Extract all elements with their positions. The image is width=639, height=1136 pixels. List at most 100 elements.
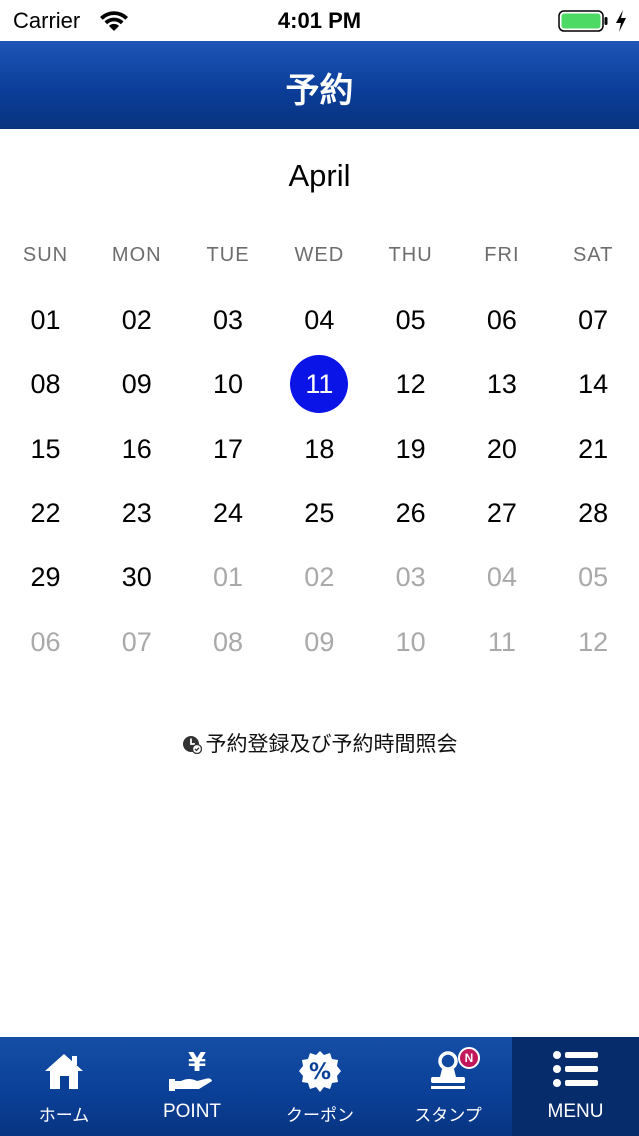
calendar-day-adjacent-month[interactable]: 02 bbox=[274, 545, 365, 609]
weekday-label: TUE bbox=[206, 244, 250, 266]
calendar-day[interactable]: 12 bbox=[365, 352, 456, 416]
tab-point-label: POINT bbox=[162, 1101, 222, 1122]
calendar-day-number: 06 bbox=[30, 626, 61, 657]
calendar-day[interactable]: 06 bbox=[456, 288, 547, 352]
calendar-day[interactable]: 07 bbox=[548, 288, 639, 352]
calendar-day[interactable]: 30 bbox=[91, 545, 182, 609]
calendar-day-number: 12 bbox=[578, 626, 609, 657]
page-title: 予約 bbox=[285, 71, 354, 111]
calendar-day-number: 21 bbox=[578, 433, 609, 464]
calendar-day[interactable]: 13 bbox=[456, 352, 547, 416]
tab-menu[interactable]: MENU bbox=[512, 1037, 639, 1136]
calendar-day-number: 02 bbox=[121, 305, 152, 335]
calendar-day[interactable]: 27 bbox=[456, 481, 547, 545]
calendar-day-number: 05 bbox=[395, 305, 426, 335]
calendar-day[interactable]: 29 bbox=[0, 545, 91, 609]
calendar-day-adjacent-month[interactable]: 04 bbox=[456, 545, 547, 609]
calendar-day[interactable]: 10 bbox=[183, 352, 274, 416]
calendar-day[interactable]: 24 bbox=[183, 481, 274, 545]
calendar-day-number: 11 bbox=[487, 626, 516, 657]
battery-icon bbox=[558, 10, 608, 32]
calendar-day[interactable]: 15 bbox=[0, 417, 91, 481]
charging-bolt-icon bbox=[616, 10, 626, 32]
calendar-day-adjacent-month[interactable]: 06 bbox=[0, 610, 91, 674]
calendar-day[interactable]: 18 bbox=[274, 417, 365, 481]
tab-home[interactable]: ホーム bbox=[0, 1037, 128, 1136]
svg-text:¥: ¥ bbox=[188, 1049, 206, 1078]
yen-hand-icon: ¥ bbox=[169, 1049, 212, 1091]
calendar-day[interactable]: 17 bbox=[183, 417, 274, 481]
calendar-day-adjacent-month[interactable]: 01 bbox=[183, 545, 274, 609]
calendar-day-number: 01 bbox=[213, 562, 244, 593]
calendar-day[interactable]: 14 bbox=[548, 352, 639, 416]
calendar-day[interactable]: 25 bbox=[274, 481, 365, 545]
calendar-day[interactable]: 04 bbox=[274, 288, 365, 352]
calendar-day[interactable]: 22 bbox=[0, 481, 91, 545]
calendar-day-number: 01 bbox=[30, 305, 61, 335]
tab-bar: ホーム ¥ POINT % クーポン N スタンプ MENU bbox=[0, 1037, 639, 1136]
calendar-day-adjacent-month[interactable]: 11 bbox=[456, 610, 547, 674]
calendar-day[interactable]: 09 bbox=[91, 352, 182, 416]
calendar-day[interactable]: 28 bbox=[548, 481, 639, 545]
calendar-day[interactable]: 19 bbox=[365, 417, 456, 481]
calendar-day-selected[interactable]: 11 bbox=[274, 352, 365, 416]
tab-coupon[interactable]: % クーポン bbox=[256, 1037, 384, 1136]
calendar-day-number: 09 bbox=[121, 369, 152, 400]
calendar-day-number: 18 bbox=[304, 433, 335, 464]
calendar-day[interactable]: 02 bbox=[91, 288, 182, 352]
calendar-day-number: 08 bbox=[213, 626, 244, 657]
percent-coupon-icon: % bbox=[299, 1051, 341, 1092]
calendar-day[interactable]: 16 bbox=[91, 417, 182, 481]
calendar-day-number: 11 bbox=[290, 355, 349, 414]
calendar-day-number: 17 bbox=[213, 433, 244, 464]
calendar-day-number: 07 bbox=[578, 305, 609, 335]
calendar-day-number: 10 bbox=[395, 626, 426, 657]
weekday-label: SUN bbox=[22, 244, 69, 266]
tab-point[interactable]: ¥ POINT bbox=[128, 1037, 256, 1136]
reservation-inquiry-label: 予約登録及び予約時間照会 bbox=[205, 732, 458, 756]
calendar-day[interactable]: 26 bbox=[365, 481, 456, 545]
calendar-day[interactable]: 05 bbox=[365, 288, 456, 352]
weekday-label: WED bbox=[294, 244, 345, 266]
calendar-day-number: 14 bbox=[578, 369, 609, 400]
calendar-day-adjacent-month[interactable]: 07 bbox=[91, 610, 182, 674]
calendar-day[interactable]: 03 bbox=[183, 288, 274, 352]
calendar-day-number: 07 bbox=[121, 626, 152, 657]
weekday-label: MON bbox=[111, 244, 162, 266]
tab-menu-label: MENU bbox=[547, 1101, 604, 1122]
calendar-day[interactable]: 08 bbox=[0, 352, 91, 416]
calendar-day-number: 13 bbox=[486, 369, 517, 400]
calendar-day-adjacent-month[interactable]: 03 bbox=[365, 545, 456, 609]
calendar-day-adjacent-month[interactable]: 05 bbox=[548, 545, 639, 609]
weekday-label: FRI bbox=[484, 244, 520, 266]
tab-stamp-label: スタンプ bbox=[414, 1106, 482, 1126]
stamp-new-badge: N bbox=[458, 1047, 480, 1069]
calendar-day-number: 12 bbox=[395, 369, 426, 400]
calendar-day[interactable]: 20 bbox=[456, 417, 547, 481]
calendar-day-adjacent-month[interactable]: 08 bbox=[183, 610, 274, 674]
home-icon bbox=[45, 1054, 83, 1089]
calendar-day-number: 19 bbox=[395, 433, 426, 464]
calendar-day-number: 15 bbox=[30, 433, 61, 464]
navigation-bar: 予約 bbox=[0, 41, 639, 129]
calendar-day-number: 10 bbox=[213, 369, 244, 400]
calendar-day-number: 25 bbox=[304, 497, 335, 528]
calendar-day-number: 06 bbox=[486, 305, 517, 335]
tab-coupon-label: クーポン bbox=[286, 1106, 354, 1126]
calendar-day[interactable]: 21 bbox=[548, 417, 639, 481]
menu-list-icon bbox=[552, 1051, 598, 1087]
calendar-day-adjacent-month[interactable]: 12 bbox=[548, 610, 639, 674]
calendar-day-number: 02 bbox=[304, 562, 335, 593]
calendar-day-adjacent-month[interactable]: 09 bbox=[274, 610, 365, 674]
tab-stamp[interactable]: N スタンプ bbox=[384, 1037, 512, 1136]
tab-home-label: ホーム bbox=[38, 1106, 90, 1126]
calendar-day-number: 16 bbox=[121, 433, 152, 464]
calendar-day[interactable]: 01 bbox=[0, 288, 91, 352]
weekday-header-row: SUN MON TUE WED THU FRI SAT bbox=[0, 244, 639, 270]
svg-text:%: % bbox=[309, 1060, 331, 1085]
calendar-day[interactable]: 23 bbox=[91, 481, 182, 545]
calendar-day-adjacent-month[interactable]: 10 bbox=[365, 610, 456, 674]
calendar-day-number: 03 bbox=[395, 562, 426, 593]
calendar-day-number: 26 bbox=[395, 497, 426, 528]
reservation-inquiry-link[interactable]: 予約登録及び予約時間照会 bbox=[0, 728, 639, 758]
